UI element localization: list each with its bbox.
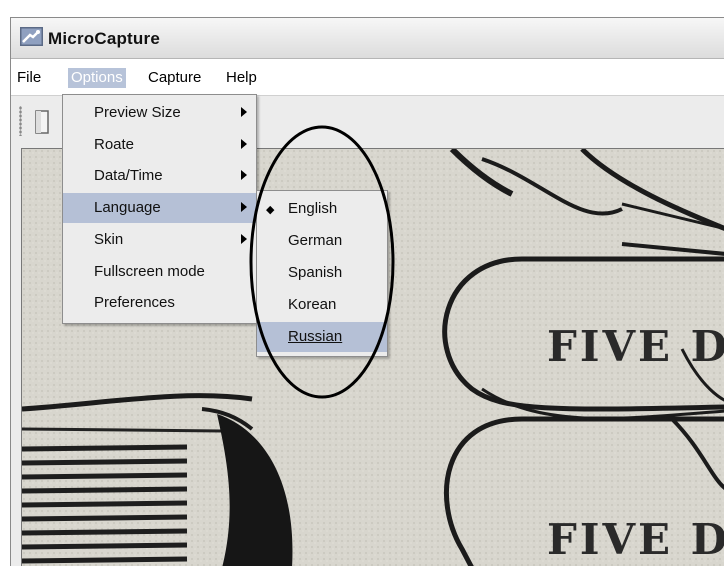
options-menu: Preview Size Roate Data/Time Language Sk…: [62, 94, 257, 324]
language-submenu: ◆ English German Spanish Korean Russian: [256, 190, 388, 357]
menu-item-language[interactable]: Language: [63, 193, 256, 223]
menu-item-label: Fullscreen mode: [94, 263, 205, 280]
menu-help[interactable]: Help: [223, 68, 260, 88]
toolbar-grip[interactable]: [19, 106, 22, 136]
menu-item-roate[interactable]: Roate: [63, 130, 256, 160]
language-label: Spanish: [288, 264, 343, 281]
menu-item-label: Roate: [94, 136, 135, 153]
language-item-english[interactable]: ◆ English: [257, 194, 387, 224]
language-label: English: [288, 200, 338, 217]
language-label: German: [288, 232, 343, 249]
menu-capture[interactable]: Capture: [145, 68, 204, 88]
menu-item-fullscreen-mode[interactable]: Fullscreen mode: [63, 257, 256, 287]
menu-item-label: Skin: [94, 231, 124, 248]
app-camera-icon: [20, 27, 43, 46]
language-item-russian[interactable]: Russian: [257, 322, 387, 352]
title-bar[interactable]: MicroCapture: [11, 18, 724, 59]
preview-text-top: FIVE DO: [547, 322, 724, 371]
preview-text-bottom: FIVE DO: [547, 515, 724, 564]
submenu-arrow-icon: [241, 139, 247, 149]
language-label: Russian: [288, 328, 343, 345]
menu-item-preview-size[interactable]: Preview Size: [63, 98, 256, 128]
menu-item-data-time[interactable]: Data/Time: [63, 161, 256, 191]
menu-file[interactable]: File: [14, 68, 44, 88]
language-item-german[interactable]: German: [257, 226, 387, 256]
menu-item-label: Preview Size: [94, 104, 181, 121]
menu-item-skin[interactable]: Skin: [63, 225, 256, 255]
submenu-arrow-icon: [241, 234, 247, 244]
menu-bar: File Options Capture Help: [11, 59, 724, 96]
selected-bullet-icon: ◆: [266, 204, 275, 216]
document-icon[interactable]: [35, 110, 49, 134]
menu-item-label: Language: [94, 199, 161, 216]
submenu-arrow-icon: [241, 107, 247, 117]
language-item-spanish[interactable]: Spanish: [257, 258, 387, 288]
menu-options[interactable]: Options: [68, 68, 126, 88]
submenu-arrow-icon: [241, 202, 247, 212]
language-label: Korean: [288, 296, 337, 313]
menu-item-preferences[interactable]: Preferences: [63, 288, 256, 318]
window-title: MicroCapture: [48, 29, 160, 48]
language-item-korean[interactable]: Korean: [257, 290, 387, 320]
submenu-arrow-icon: [241, 170, 247, 180]
menu-item-label: Data/Time: [94, 167, 163, 184]
menu-item-label: Preferences: [94, 294, 175, 311]
